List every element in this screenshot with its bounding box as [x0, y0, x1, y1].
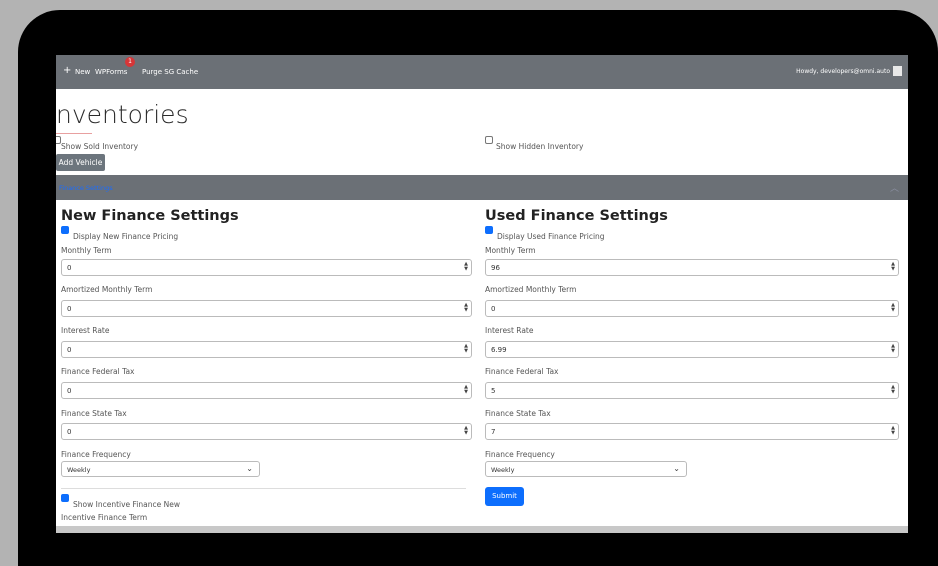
used-amortized-label: Amortized Monthly Term — [485, 285, 577, 294]
page-title: nventories — [56, 100, 189, 129]
show-hidden-label: Show Hidden Inventory — [496, 142, 584, 151]
new-monthly-term-label: Monthly Term — [61, 246, 112, 255]
spinner-icon[interactable]: ▲ ▼ — [464, 385, 468, 395]
finance-settings-accordion[interactable]: Finance Settings ︿ — [56, 175, 908, 200]
plus-icon[interactable]: + — [63, 65, 71, 76]
new-amortized-input[interactable]: 0 ▲ ▼ — [61, 300, 472, 317]
spinner-icon[interactable]: ▲ ▼ — [891, 303, 895, 313]
new-interest-input[interactable]: 0 ▲ ▼ — [61, 341, 472, 358]
spinner-icon[interactable]: ▲ ▼ — [464, 426, 468, 436]
show-incentive-label: Show Incentive Finance New — [73, 500, 180, 509]
used-interest-input[interactable]: 6.99 ▲ ▼ — [485, 341, 899, 358]
used-state-label: Finance State Tax — [485, 409, 551, 418]
display-new-finance-checkbox[interactable] — [61, 226, 69, 234]
new-frequency-label: Finance Frequency — [61, 450, 131, 459]
new-interest-label: Interest Rate — [61, 326, 110, 335]
purge-cache-menu[interactable]: Purge SG Cache — [142, 68, 198, 76]
new-menu[interactable]: New — [75, 68, 90, 76]
avatar[interactable] — [893, 66, 902, 76]
used-state-input[interactable]: 7 ▲ ▼ — [485, 423, 899, 440]
used-amortized-input[interactable]: 0 ▲ ▼ — [485, 300, 899, 317]
new-state-label: Finance State Tax — [61, 409, 127, 418]
used-finance-heading: Used Finance Settings — [485, 208, 668, 224]
new-federal-label: Finance Federal Tax — [61, 367, 135, 376]
chevron-up-icon[interactable]: ︿ — [890, 181, 899, 194]
show-hidden-checkbox[interactable] — [485, 136, 493, 144]
used-interest-label: Interest Rate — [485, 326, 534, 335]
used-frequency-select[interactable]: Weekly ⌄ — [485, 461, 687, 477]
chevron-down-icon: ⌄ — [246, 464, 253, 473]
spinner-icon[interactable]: ▲ ▼ — [891, 426, 895, 436]
spinner-icon[interactable]: ▲ ▼ — [891, 385, 895, 395]
used-monthly-term-input[interactable]: 96 ▲ ▼ — [485, 259, 899, 276]
wpforms-menu[interactable]: WPForms — [95, 68, 127, 76]
spinner-icon[interactable]: ▲ ▼ — [891, 262, 895, 272]
used-frequency-label: Finance Frequency — [485, 450, 555, 459]
submit-button[interactable]: Submit — [485, 487, 524, 506]
howdy-user-menu[interactable]: Howdy, developers@omni.auto — [796, 68, 890, 75]
show-sold-label: Show Sold Inventory — [61, 142, 139, 151]
spinner-icon[interactable]: ▲ ▼ — [464, 262, 468, 272]
display-used-finance-checkbox[interactable] — [485, 226, 493, 234]
spinner-icon[interactable]: ▲ ▼ — [464, 303, 468, 313]
spinner-icon[interactable]: ▲ ▼ — [891, 344, 895, 354]
display-new-finance-label: Display New Finance Pricing — [73, 232, 179, 241]
title-underline — [56, 133, 92, 134]
spinner-icon[interactable]: ▲ ▼ — [464, 344, 468, 354]
horizontal-scrollbar[interactable] — [56, 526, 908, 533]
used-federal-label: Finance Federal Tax — [485, 367, 559, 376]
add-vehicle-button[interactable]: Add Vehicle — [56, 154, 105, 171]
accordion-title: Finance Settings — [59, 184, 113, 192]
new-state-input[interactable]: 0 ▲ ▼ — [61, 423, 472, 440]
new-frequency-select[interactable]: Weekly ⌄ — [61, 461, 260, 477]
incentive-term-label: Incentive Finance Term — [61, 513, 148, 522]
admin-bar: + New WPForms 1 Purge SG Cache Howdy, de… — [56, 55, 908, 89]
notification-badge: 1 — [125, 57, 135, 67]
new-finance-heading: New Finance Settings — [61, 208, 239, 224]
new-federal-input[interactable]: 0 ▲ ▼ — [61, 382, 472, 399]
used-monthly-term-label: Monthly Term — [485, 246, 536, 255]
divider — [61, 488, 466, 489]
show-incentive-checkbox[interactable] — [61, 494, 69, 502]
chevron-down-icon: ⌄ — [673, 464, 680, 473]
display-used-finance-label: Display Used Finance Pricing — [497, 232, 605, 241]
used-federal-input[interactable]: 5 ▲ ▼ — [485, 382, 899, 399]
new-amortized-label: Amortized Monthly Term — [61, 285, 153, 294]
new-monthly-term-input[interactable]: 0 ▲ ▼ — [61, 259, 472, 276]
browser-viewport: + New WPForms 1 Purge SG Cache Howdy, de… — [56, 55, 908, 533]
